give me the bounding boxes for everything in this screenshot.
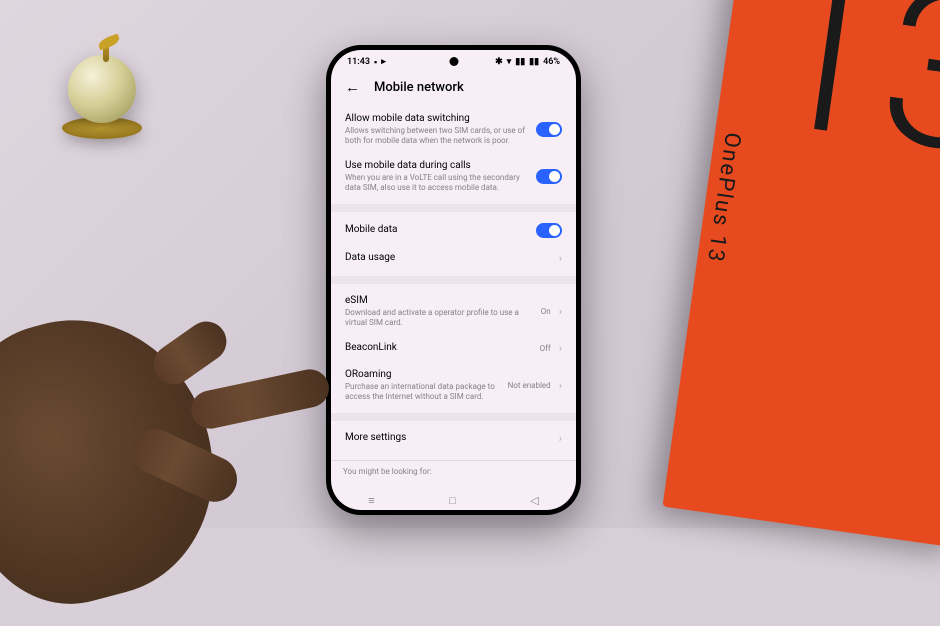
row-data-usage[interactable]: Data usage › [343,245,564,272]
signal-icon: ▮▮ [529,57,539,67]
nav-bar: ≡ □ ◁ [331,490,576,510]
section-divider [331,276,576,284]
camera-hole [449,57,458,66]
row-title: Use mobile data during calls [345,160,528,171]
row-use-mobile-data-during-calls[interactable]: Use mobile data during calls When you ar… [343,153,564,200]
ornament-apple [68,55,136,123]
footer-hint: You might be looking for: [331,460,576,476]
battery-text: 46% [543,57,560,67]
row-value: Off [540,344,551,353]
row-title: More settings [345,432,551,443]
row-oroaming[interactable]: ORoaming Purchase an international data … [343,362,564,409]
row-value: On [541,307,551,316]
row-subtitle: Allows switching between two SIM cards, … [345,126,528,146]
row-title: Allow mobile data switching [345,113,528,124]
row-title: Data usage [345,252,551,263]
chevron-right-icon: › [559,432,562,445]
row-title: BeaconLink [345,342,532,353]
page-header: ← Mobile network [331,72,576,106]
notification-icon: ▪ [374,57,377,68]
row-beaconlink[interactable]: BeaconLink Off › [343,335,564,362]
row-more-settings[interactable]: More settings › [343,425,564,452]
row-esim[interactable]: eSIM Download and activate a operator pr… [343,288,564,335]
row-subtitle: When you are in a VoLTE call using the s… [345,173,528,193]
row-title: Mobile data [345,224,528,235]
wifi-icon: ▾ [507,57,512,67]
row-subtitle: Purchase an international data package t… [345,382,500,402]
page-title: Mobile network [374,80,464,95]
chevron-right-icon: › [559,342,562,355]
row-value: Not enabled [508,381,551,390]
nav-back-icon[interactable]: ◁ [530,494,538,507]
toggle-switch-on[interactable] [536,223,562,238]
notification-icon: ▸ [381,57,386,67]
nav-recent-icon[interactable]: ≡ [368,494,374,507]
toggle-switch-on[interactable] [536,169,562,184]
nav-home-icon[interactable]: □ [449,494,456,507]
signal-icon: ▮▮ [515,57,525,67]
chevron-right-icon: › [559,252,562,265]
row-allow-mobile-data-switching[interactable]: Allow mobile data switching Allows switc… [343,106,564,153]
toggle-switch-on[interactable] [536,122,562,137]
row-title: eSIM [345,295,533,306]
back-arrow-icon[interactable]: ← [345,78,360,96]
phone-screen: 11:43 ▪ ▸ ✱ ▾ ▮▮ ▮▮ 46% ← Mobile network… [331,50,576,510]
section-divider [331,204,576,212]
status-time: 11:43 [347,57,370,67]
phone-frame: 11:43 ▪ ▸ ✱ ▾ ▮▮ ▮▮ 46% ← Mobile network… [326,45,581,515]
box-number: 13 [748,0,940,189]
row-title: ORoaming [345,369,500,380]
settings-content[interactable]: Allow mobile data switching Allows switc… [331,106,576,490]
row-mobile-data[interactable]: Mobile data [343,216,564,245]
chevron-right-icon: › [559,379,562,392]
section-divider [331,413,576,421]
chevron-right-icon: › [559,305,562,318]
row-subtitle: Download and activate a operator profile… [345,308,533,328]
bluetooth-icon: ✱ [495,57,503,67]
